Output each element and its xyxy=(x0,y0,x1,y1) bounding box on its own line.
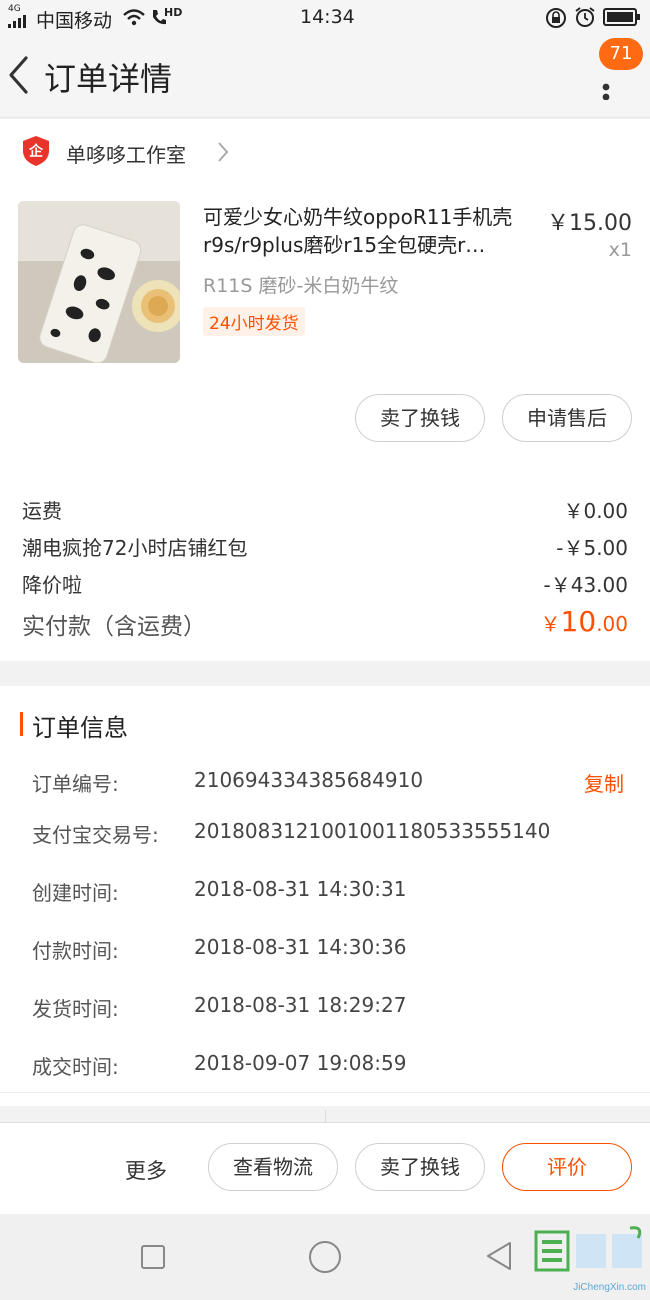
bottom-action-bar: 更多 查看物流 卖了换钱 评价 xyxy=(0,1122,650,1214)
order-info-title: 订单信息 xyxy=(32,714,128,742)
completed-time-value: 2018-09-07 19:08:59 xyxy=(194,1051,407,1075)
message-count-badge[interactable]: 71 xyxy=(599,38,643,70)
total-currency: ￥ xyxy=(540,612,561,636)
coupon-label: 潮电疯抢72小时店铺红包 xyxy=(22,536,248,560)
order-info-section: 订单信息 订单编号: 210694334385684910 复制 支付宝交易号:… xyxy=(0,686,650,1106)
page-title: 订单详情 xyxy=(44,60,173,98)
shipping-fee-label: 运费 xyxy=(22,499,62,523)
total-integer: 10 xyxy=(560,605,597,638)
system-nav-bar: JiChengXin.com xyxy=(0,1214,650,1300)
total-paid-label: 实付款（含运费） xyxy=(22,614,206,640)
review-button[interactable]: 评价 xyxy=(502,1143,632,1191)
total-decimal: .00 xyxy=(596,612,628,636)
signal-icon xyxy=(8,15,26,28)
watermark-emblem xyxy=(534,1226,642,1272)
app-header: 订单详情 xyxy=(0,36,650,118)
alarm-icon xyxy=(575,7,595,27)
shipped-time-value: 2018-08-31 18:29:27 xyxy=(194,993,407,1017)
product-title[interactable]: 可爱少女心奶牛纹oppoR11手机壳r9s/r9plus磨砂r15全包硬壳r… xyxy=(203,203,538,259)
created-time-value: 2018-08-31 14:30:31 xyxy=(194,877,407,901)
alipay-trade-label: 支付宝交易号: xyxy=(32,823,159,847)
product-thumbnail[interactable] xyxy=(18,201,180,363)
clock: 14:34 xyxy=(300,6,355,28)
chevron-right-icon[interactable] xyxy=(216,141,230,163)
order-number-label: 订单编号: xyxy=(32,772,119,796)
discount-value: -￥43.00 xyxy=(543,573,628,597)
product-quantity: x1 xyxy=(608,239,632,261)
paid-time-label: 付款时间: xyxy=(32,939,119,963)
lock-rotation-icon xyxy=(546,8,566,28)
view-logistics-button[interactable]: 查看物流 xyxy=(208,1143,338,1191)
order-number-value: 210694334385684910 xyxy=(194,768,424,792)
hd-label: HD xyxy=(164,6,183,19)
watermark-text: JiChengXin.com xyxy=(573,1282,646,1293)
shipping-fee-value: ￥0.00 xyxy=(563,499,628,523)
product-sku: R11S 磨砂-米白奶牛纹 xyxy=(203,275,399,297)
order-item-card: 企 单哆哆工作室 可爱少女心奶牛纹oppoR11手机壳r9s/r9plus磨砂r… xyxy=(0,119,650,661)
back-icon[interactable] xyxy=(484,1240,514,1272)
section-accent-bar xyxy=(20,712,23,736)
back-arrow-icon[interactable] xyxy=(6,54,32,96)
more-button[interactable]: 更多 xyxy=(125,1155,167,1185)
wifi-icon xyxy=(123,9,145,26)
shop-icon: 企 xyxy=(23,136,49,166)
sell-for-cash-bottom-button[interactable]: 卖了换钱 xyxy=(355,1143,485,1191)
network-type: 4G xyxy=(8,4,21,14)
shipping-tag: 24小时发货 xyxy=(203,307,305,336)
recent-apps-icon[interactable] xyxy=(140,1244,166,1270)
shop-name[interactable]: 单哆哆工作室 xyxy=(66,139,186,168)
shipped-time-label: 发货时间: xyxy=(32,997,119,1021)
status-bar: 4G 中国移动 HD 14:34 xyxy=(0,0,650,36)
svg-text:企: 企 xyxy=(28,143,44,160)
paid-time-value: 2018-08-31 14:30:36 xyxy=(194,935,407,959)
section-divider xyxy=(0,1092,650,1093)
total-paid-amount: ￥10.00 xyxy=(541,605,628,638)
sell-for-cash-button[interactable]: 卖了换钱 xyxy=(355,394,485,442)
created-time-label: 创建时间: xyxy=(32,881,119,905)
carrier-name: 中国移动 xyxy=(36,10,113,32)
discount-label: 降价啦 xyxy=(22,573,82,597)
more-options-icon[interactable] xyxy=(598,74,614,100)
watermark-logo: JiChengXin.com xyxy=(532,1224,650,1296)
alipay-trade-value: 2018083121001001180533555140 xyxy=(194,819,551,843)
copy-button[interactable]: 复制 xyxy=(584,768,624,797)
coupon-value: -￥5.00 xyxy=(556,536,628,560)
home-icon[interactable] xyxy=(308,1240,342,1274)
battery-icon xyxy=(603,8,640,26)
completed-time-label: 成交时间: xyxy=(32,1055,119,1079)
request-aftersale-button[interactable]: 申请售后 xyxy=(502,394,632,442)
product-price: ￥15.00 xyxy=(547,211,632,236)
